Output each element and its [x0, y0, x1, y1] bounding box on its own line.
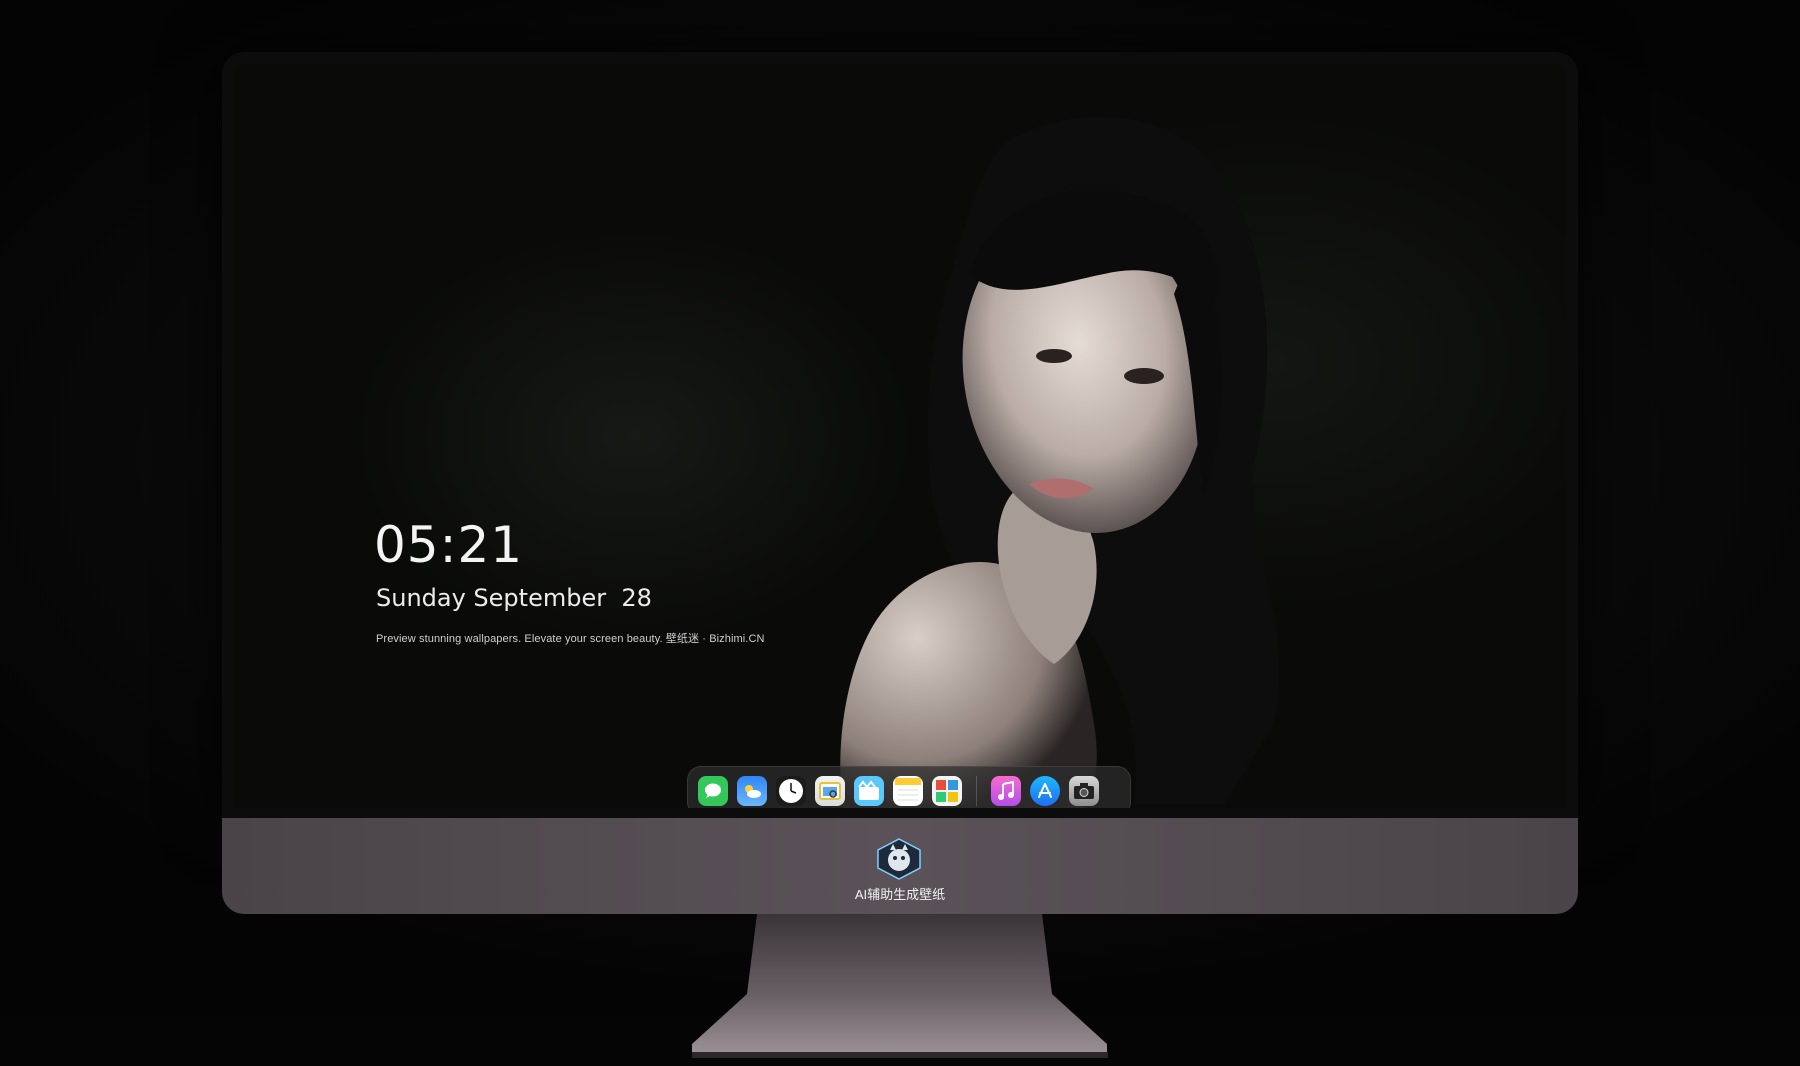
- messages-icon[interactable]: [698, 776, 728, 806]
- wallpaper-portrait: [840, 116, 1279, 808]
- monitor-stand: [692, 914, 1108, 1058]
- desktop-screen: 05:21 Sunday September 28 Preview stunni…: [234, 64, 1566, 808]
- app-store-icon[interactable]: [1030, 776, 1060, 806]
- dock-separator: [976, 776, 977, 806]
- preview-icon[interactable]: [815, 776, 845, 806]
- monitor-bezel: 05:21 Sunday September 28 Preview stunni…: [222, 52, 1578, 820]
- monitor-chin: AI辅助生成壁纸: [222, 818, 1578, 914]
- notes-icon[interactable]: [893, 776, 923, 806]
- photo-booth-icon[interactable]: [932, 776, 962, 806]
- brand-label: AI辅助生成壁纸: [854, 887, 946, 902]
- lockscreen-clock: 05:21: [374, 516, 524, 574]
- brand-logo: [877, 838, 921, 880]
- weather-icon[interactable]: [737, 776, 767, 806]
- lockscreen-tagline: Preview stunning wallpapers. Elevate you…: [376, 633, 765, 645]
- clock-icon[interactable]: [776, 776, 806, 806]
- camera-icon[interactable]: [1069, 776, 1099, 806]
- clips-icon[interactable]: [854, 776, 884, 806]
- music-icon[interactable]: [991, 776, 1021, 806]
- lockscreen-date: Sunday September 28: [376, 584, 652, 612]
- dock: [687, 766, 1131, 808]
- monitor-mockup: 05:21 Sunday September 28 Preview stunni…: [222, 52, 1578, 1058]
